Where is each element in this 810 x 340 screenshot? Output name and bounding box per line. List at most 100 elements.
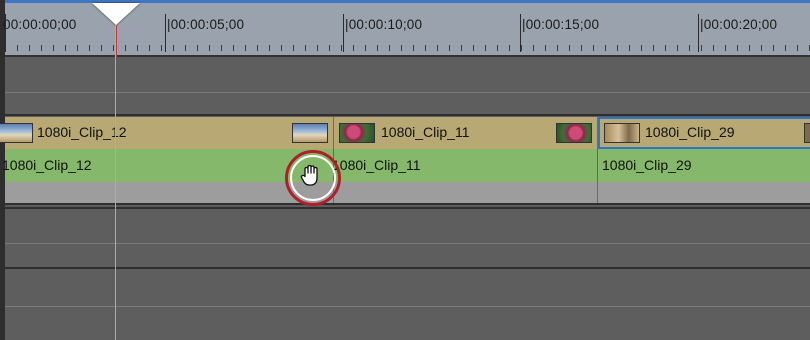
ruler-minor-tick	[569, 45, 570, 51]
ruler-minor-tick	[521, 45, 522, 51]
ruler-minor-tick	[341, 45, 342, 51]
playhead-line-ruler	[116, 25, 117, 57]
ruler-minor-tick	[53, 45, 54, 51]
ruler-minor-tick	[137, 45, 138, 51]
ruler-minor-tick	[713, 45, 714, 51]
ruler-minor-tick	[149, 45, 150, 51]
clip-thumbnail-icon	[339, 123, 375, 143]
ruler-major-tick	[165, 14, 166, 52]
clip-title: 1080i_Clip_11	[381, 124, 470, 140]
ruler-minor-tick	[329, 45, 330, 51]
timeline-window: 00:00:00;00 |00:00:05;00 |00:00:10;00 |0…	[0, 0, 810, 340]
ruler-minor-tick	[173, 45, 174, 51]
ruler-minor-tick	[389, 45, 390, 51]
ruler-minor-tick	[221, 45, 222, 51]
ruler-minor-tick	[737, 45, 738, 51]
clip-sub-row[interactable]	[334, 182, 598, 203]
ruler-minor-tick	[65, 45, 66, 51]
ruler-minor-tick	[245, 45, 246, 51]
ruler-minor-tick	[533, 45, 534, 51]
ruler-minor-tick	[653, 45, 654, 51]
ruler-minor-tick	[317, 45, 318, 51]
ruler-minor-tick	[473, 45, 474, 51]
audio-clip-1080i-clip-11[interactable]: 1080i_Clip_11	[332, 149, 598, 182]
clip-sub-row[interactable]	[598, 182, 810, 203]
clip-title: 1080i_Clip_12	[37, 124, 127, 140]
ruler-major-tick	[343, 14, 344, 52]
clip-end-thumbnail-icon	[556, 123, 592, 143]
ruler-minor-tick	[617, 45, 618, 51]
ruler-major-tick	[698, 14, 699, 52]
ruler-minor-tick	[377, 45, 378, 51]
clip-thumbnail-icon	[604, 123, 640, 143]
ruler-minor-tick	[257, 45, 258, 51]
ruler-minor-tick	[725, 45, 726, 51]
ruler-label-15s: |00:00:15;00	[522, 17, 600, 32]
ruler-minor-tick	[797, 45, 798, 51]
ruler-minor-tick	[665, 45, 666, 51]
ruler-minor-tick	[689, 45, 690, 51]
audio-clip-1080i-clip-29[interactable]: 1080i_Clip_29	[598, 149, 810, 182]
track-divider	[5, 203, 810, 205]
hand-grab-cursor-icon	[300, 164, 318, 186]
ruler-minor-tick	[629, 45, 630, 51]
clip-end-thumbnail-icon	[804, 123, 810, 143]
ruler-minor-tick	[305, 45, 306, 51]
ruler-minor-tick	[17, 45, 18, 51]
playhead-line[interactable]	[115, 25, 116, 340]
ruler-minor-tick	[161, 45, 162, 51]
ruler-minor-tick	[461, 45, 462, 51]
ruler-minor-tick	[233, 45, 234, 51]
ruler-minor-tick	[761, 45, 762, 51]
track-divider	[5, 243, 810, 244]
ruler-minor-tick	[593, 45, 594, 51]
ruler-minor-tick	[197, 45, 198, 51]
track-divider	[5, 306, 810, 307]
ruler-minor-tick	[401, 45, 402, 51]
ruler-minor-tick	[545, 45, 546, 51]
track-divider	[5, 92, 810, 93]
video-clip-1080i-clip-11[interactable]: 1080i_Clip_11	[334, 117, 598, 149]
track-empty-upper[interactable]	[5, 57, 810, 115]
ruler-minor-tick	[89, 45, 90, 51]
track-empty-lower-1[interactable]	[5, 209, 810, 267]
ruler-minor-tick	[581, 45, 582, 51]
clip-sub-row[interactable]	[5, 182, 334, 203]
video-clip-1080i-clip-29[interactable]: 1080i_Clip_29	[598, 117, 810, 149]
clip-title: 1080i_Clip_29	[645, 124, 735, 140]
ruler-major-tick	[5, 14, 6, 52]
ruler-minor-tick	[209, 45, 210, 51]
audio-clip-label: 1080i_Clip_12	[2, 157, 92, 173]
track-divider	[5, 114, 810, 116]
clip-thumbnail-icon	[0, 123, 33, 143]
ruler-minor-tick	[749, 45, 750, 51]
ruler-label-10s: |00:00:10;00	[345, 17, 423, 32]
ruler-label-0: 00:00:00;00	[3, 17, 77, 32]
ruler-minor-tick	[269, 45, 270, 51]
ruler-minor-tick	[365, 45, 366, 51]
clip-end-thumbnail-icon	[292, 123, 328, 143]
ruler-minor-tick	[509, 45, 510, 51]
audio-clip-label: 1080i_Clip_11	[332, 157, 421, 173]
ruler-minor-tick	[29, 45, 30, 51]
ruler-minor-tick	[641, 45, 642, 51]
ruler-minor-tick	[125, 45, 126, 51]
audio-clip-label: 1080i_Clip_29	[602, 157, 692, 173]
track-divider	[5, 267, 810, 269]
video-clip-1080i-clip-12[interactable]: 1080i_Clip_12	[0, 117, 334, 149]
ruler-minor-tick	[437, 45, 438, 51]
ruler-major-tick	[520, 14, 521, 52]
ruler-minor-tick	[293, 45, 294, 51]
ruler-minor-tick	[413, 45, 414, 51]
ruler-minor-tick	[353, 45, 354, 51]
ruler-minor-tick	[281, 45, 282, 51]
ruler-minor-tick	[101, 45, 102, 51]
ruler-minor-tick	[773, 45, 774, 51]
ruler-minor-tick	[785, 45, 786, 51]
ruler-minor-tick	[425, 45, 426, 51]
playhead-triangle-icon[interactable]	[92, 3, 140, 25]
track-empty-lower-2[interactable]	[5, 270, 810, 340]
ruler-minor-tick	[113, 45, 114, 51]
ruler-minor-tick	[77, 45, 78, 51]
ruler-minor-tick	[605, 45, 606, 51]
